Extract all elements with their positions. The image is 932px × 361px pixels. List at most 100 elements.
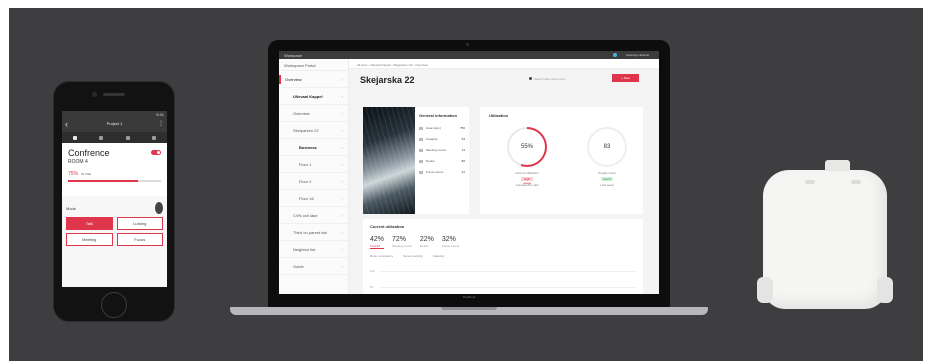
- building-photo: [363, 107, 415, 214]
- stat-value: 32%: [441, 236, 456, 243]
- status-bar: 9:41: [62, 111, 167, 118]
- sidebar-item[interactable]: Floor 16 ›: [279, 190, 348, 207]
- mode-button[interactable]: Meeting: [66, 233, 113, 246]
- sidebar-item[interactable]: Overview ›: [279, 71, 348, 88]
- user-icon[interactable]: [151, 135, 156, 140]
- home-button[interactable]: [101, 292, 127, 318]
- sidebar-item[interactable]: Floor 2 ›: [279, 173, 348, 190]
- sidebar-item-label: Guide: [293, 264, 304, 269]
- stat-tab[interactable]: 32% Focus rooms: [442, 236, 459, 249]
- mode-button[interactable]: Talk: [66, 217, 113, 230]
- info-row: Meeting rooms 14: [419, 148, 465, 152]
- app-logo: Workpace: [284, 53, 302, 58]
- mode-button[interactable]: Focus: [116, 233, 163, 246]
- breadcrumb[interactable]: All sites › Ullevaal Kappel › Skejparken…: [349, 59, 659, 69]
- laptop-brand: MacBook: [462, 295, 476, 299]
- workspace-switcher[interactable]: Workspace Portal: [279, 59, 348, 71]
- sensor-clip: [825, 160, 850, 171]
- info-value: 80: [461, 159, 465, 163]
- focus-icon: [419, 170, 423, 174]
- user-avatar[interactable]: [613, 53, 617, 57]
- ring-note: Last week: [600, 183, 614, 187]
- room-toggle[interactable]: [151, 150, 161, 155]
- stat-tab[interactable]: 42% Overall: [370, 236, 385, 249]
- legend-item[interactable]: Sensor activity: [403, 254, 423, 258]
- info-label: Area (sqm): [426, 126, 441, 130]
- stat-tab[interactable]: 72% Meeting rooms: [392, 236, 412, 249]
- room-sub: ROOM: [68, 159, 84, 165]
- status-badge: Good: [601, 177, 613, 181]
- sidebar-item[interactable]: Ullevaal Kappel ›: [279, 88, 348, 105]
- page-header: Skejarska 22 Search sites and rooms + Ne…: [349, 69, 659, 89]
- page-title: Skejarska 22: [360, 75, 415, 85]
- stat-label: Desks: [419, 244, 429, 248]
- stat-label: Meeting rooms: [392, 244, 412, 248]
- chevron-right-icon: ›: [341, 162, 343, 167]
- room-icon: [419, 148, 423, 152]
- stat-label: Overall: [370, 244, 385, 249]
- sidebar-item[interactable]: Neighbor list ›: [279, 241, 348, 258]
- new-button[interactable]: + New: [612, 74, 639, 82]
- ceiling-sensor-device: [757, 160, 893, 309]
- info-label: Focus rooms: [426, 170, 444, 174]
- sidebar-item[interactable]: Guide ›: [279, 258, 348, 275]
- axis-label: 50: [370, 285, 374, 289]
- sidebar-item-label: Neighbor list: [293, 247, 316, 252]
- stat-label: Focus rooms: [441, 244, 460, 248]
- mode-button[interactable]: Lurking: [116, 217, 163, 230]
- sidebar-item[interactable]: Floor 1 ›: [279, 156, 348, 173]
- stat-value: 42%: [370, 236, 385, 243]
- laptop-camera: [466, 43, 469, 46]
- info-value: 750: [459, 126, 465, 130]
- info-row: Capacity 54: [419, 137, 465, 141]
- phone-screen: 9:41 ‹ Project 1 ⋮ Confrence ROOM 4 75% I…: [62, 111, 167, 287]
- chevron-right-icon: ›: [341, 196, 343, 201]
- info-label: Capacity: [426, 137, 438, 141]
- sidebar-item[interactable]: Overview ›: [279, 105, 348, 122]
- info-icon[interactable]: [155, 202, 163, 214]
- mode-label: Mode: [66, 205, 77, 211]
- sidebar-item-label: Skeiparken 22: [293, 128, 319, 133]
- user-name[interactable]: Hastings Helsinki: [626, 53, 649, 57]
- sidebar-item-label: Overview: [293, 111, 310, 116]
- sensor-lens: [805, 180, 815, 184]
- legend-item[interactable]: Capacity: [433, 254, 445, 258]
- mode-selector: Mode Talk Lurking Meeting Focus: [62, 196, 167, 252]
- gear-icon[interactable]: [125, 135, 130, 140]
- search-input[interactable]: Search sites and rooms: [529, 76, 607, 82]
- smartphone: 9:41 ‹ Project 1 ⋮ Confrence ROOM 4 75% I…: [53, 81, 175, 322]
- sidebar-item-label: Overview: [285, 77, 302, 82]
- card-title: Current utilization: [370, 224, 405, 229]
- chevron-down-icon: ›: [341, 94, 343, 99]
- status-badge: High usage: [521, 177, 533, 185]
- room-card: Confrence ROOM 4 75% IN USE: [62, 143, 167, 196]
- current-utilization-card: Current utilization 42% Overall 72% Meetin…: [363, 219, 643, 294]
- chevron-right-icon: ›: [341, 111, 343, 116]
- utilization-ring: 55%: [507, 127, 547, 167]
- legend-item[interactable]: Room occupancy: [370, 254, 393, 258]
- sidebar-item[interactable]: Third on parent tab ›: [279, 224, 348, 241]
- sidebar-item[interactable]: Skeiparken 22 ›: [279, 122, 348, 139]
- header-title: Project 1: [106, 121, 123, 126]
- occupancy-bar: [68, 180, 161, 182]
- ring-value: 83: [589, 129, 625, 165]
- more-icon[interactable]: ⋮: [158, 120, 164, 127]
- info-value: 54: [461, 137, 465, 141]
- people-count-ring: 83: [587, 127, 627, 167]
- sidebar-item-label: Business: [299, 145, 317, 150]
- main-content: All sites › Ullevaal Kappel › Skejparken…: [349, 59, 659, 294]
- gridline: [379, 287, 637, 288]
- sidebar-item-label: Third on parent tab: [293, 230, 327, 235]
- stat-tab[interactable]: 22% Desks: [420, 236, 434, 249]
- sidebar-item-label: CVN och lake: [293, 213, 318, 218]
- area-icon: [419, 126, 423, 130]
- app-topbar: Workpace Hastings Helsinki: [279, 51, 659, 59]
- sidebar-item[interactable]: Business ›: [279, 139, 348, 156]
- grid-icon[interactable]: [99, 135, 104, 140]
- sidebar-item-label: Ullevaal Kappel: [293, 94, 323, 99]
- occupancy-label: IN USE: [81, 172, 92, 176]
- chevron-right-icon: ›: [341, 247, 343, 252]
- lightbulb-icon[interactable]: [73, 135, 78, 140]
- sidebar-item[interactable]: CVN och lake ›: [279, 207, 348, 224]
- mounting-arm: [877, 277, 893, 303]
